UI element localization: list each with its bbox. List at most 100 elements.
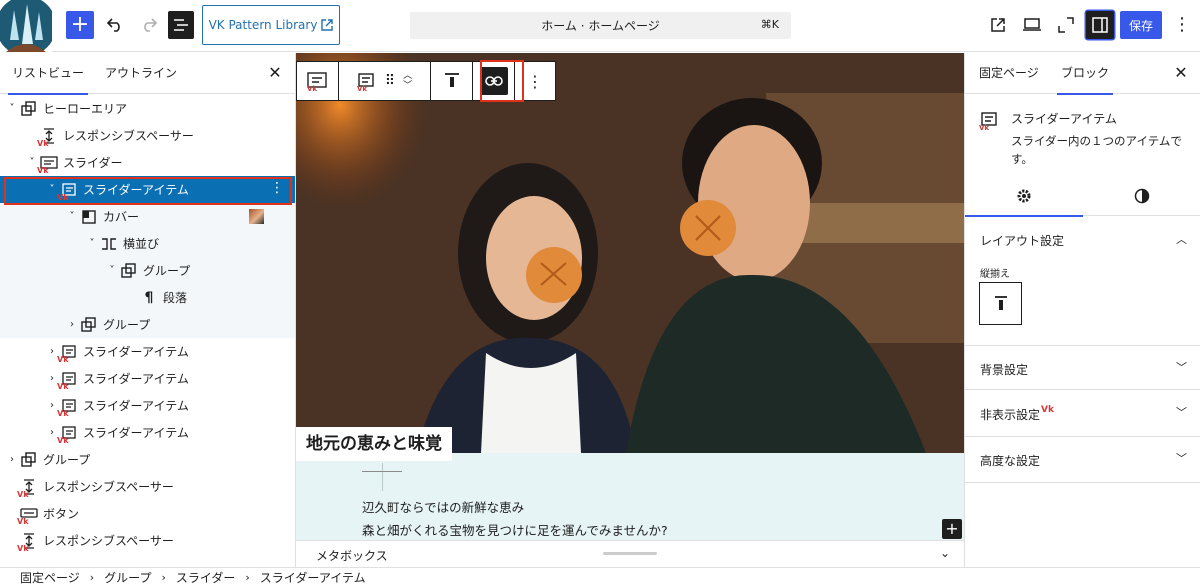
list-view-item[interactable]: ˅ グループ [0,257,295,284]
device-preview-button[interactable] [1020,13,1044,37]
zoom-out-button[interactable] [1054,13,1078,37]
document-overview-button[interactable] [168,11,194,39]
slide-title[interactable]: 地元の恵みと味覚 [296,427,452,461]
list-view-item[interactable]: ˅ ヒーローエリア [0,95,295,122]
list-view-item-label: 段落 [163,291,188,305]
link-button[interactable] [473,62,515,100]
group-block-icon [20,100,38,118]
item-options-icon[interactable]: ⋮ [270,180,284,196]
list-view-item[interactable]: ˅ カバー [0,203,295,230]
section-title: 背景設定 [980,363,1029,377]
undo-icon [106,18,120,32]
desktop-icon [1023,18,1041,31]
block-description: スライダー内の１つのアイテムです。 [1011,134,1182,166]
chevron-down-icon[interactable]: ˅ [4,103,20,114]
paragraph-icon: ¶ [144,289,154,306]
vk-badge-icon: Vk [1041,405,1054,415]
list-view-item-label: ボタン [43,507,80,521]
slider-item-block-icon: Vk [979,112,997,130]
list-view-item[interactable]: ˅ Vk スライダーアイテム ⋮ [0,176,295,203]
hidden-settings-panel[interactable]: 非表示設定 Vk ﹀ [965,390,1200,437]
section-title: 高度な設定 [980,454,1041,468]
background-settings-panel[interactable]: 背景設定 ﹀ [965,346,1200,390]
breadcrumb-item[interactable]: スライダーアイテム [260,569,366,586]
spacer-block-icon: Vk [17,478,38,498]
command-palette-bar[interactable]: ホーム · ホームページ ⌘K [410,12,791,39]
chevron-right-icon[interactable]: › [64,319,80,330]
document-title: ホーム · ホームページ [541,19,660,33]
breadcrumb-separator: › [161,571,166,584]
tab-styles[interactable] [1083,176,1200,216]
tab-settings[interactable] [965,176,1083,217]
list-view-item-label: スライダーアイテム [83,345,189,359]
chevron-down-icon[interactable]: ˅ [104,265,120,276]
breadcrumb-item[interactable]: 固定ページ [20,569,80,586]
list-view-item[interactable]: › Vk スライダーアイテム [0,419,295,446]
slider-cover-image [296,53,964,453]
slider-item-block-icon: Vk [57,181,78,201]
group-block-icon [20,451,38,469]
drag-handle-icon[interactable]: ⠿ [385,73,395,89]
chevron-down-icon[interactable]: ˅ [64,211,80,222]
list-view-item[interactable]: › Vk スライダーアイテム [0,365,295,392]
breadcrumb-item[interactable]: グループ [104,569,151,586]
list-view-item[interactable]: ˅ 横並び [0,230,295,257]
tab-list-view[interactable]: リストビュー [7,53,89,95]
list-view-item[interactable]: Vk ボタン [0,500,295,527]
block-title: スライダーアイテム [1011,112,1117,126]
add-block-icon[interactable]: + [942,519,962,539]
block-inserter-button[interactable]: + [66,11,94,39]
chevron-right-icon[interactable]: › [4,454,20,465]
vertical-align-top-button[interactable] [431,62,473,100]
metabox-bar[interactable]: メタボックス ⌄ [296,540,964,567]
slider-item-block-icon: Vk [57,370,78,390]
caption-line-1[interactable]: 辺久町ならではの新鮮な恵み [362,497,524,516]
resize-handle[interactable] [603,552,657,555]
external-link-icon [321,19,334,31]
svg-text:Vk: Vk [357,85,367,91]
caption-line-2[interactable]: 森と畑がくれる宝物を見つけに足を運んでみませんか? [362,520,668,539]
view-page-button[interactable] [986,13,1010,37]
block-options-icon[interactable]: ⋮ [515,62,555,100]
settings-sidebar-toggle[interactable] [1086,11,1114,39]
breadcrumb-item[interactable]: スライダー [176,569,236,586]
block-parent-selector[interactable]: Vk [297,62,339,100]
list-view-item[interactable]: › Vk スライダーアイテム [0,338,295,365]
list-view-item[interactable]: › Vk スライダーアイテム [0,392,295,419]
advanced-settings-panel[interactable]: 高度な設定 ﹀ [965,437,1200,483]
section-title[interactable]: レイアウト設定 [980,232,1064,249]
tab-outline[interactable]: アウトライン [105,53,177,94]
options-menu-icon[interactable]: ⋮ [1170,13,1194,37]
tab-page[interactable]: 固定ページ [979,53,1039,94]
list-view-item[interactable]: Vk レスポンシブスペーサー [0,473,295,500]
chevron-up-icon[interactable]: ︿ [1176,231,1187,247]
site-logo-icon[interactable] [0,0,52,52]
save-button[interactable]: 保存 [1120,11,1162,39]
tab-block[interactable]: ブロック [1056,53,1114,95]
list-view-item[interactable]: › グループ [0,311,295,338]
list-view-item-label: スライダーアイテム [83,399,189,413]
vk-pattern-library-button[interactable]: VK Pattern Library [202,5,340,45]
list-view-item-label: ヒーローエリア [43,102,128,116]
list-view-item[interactable]: Vk レスポンシブスペーサー [0,527,295,554]
slider-block-icon: Vk [307,72,327,91]
redo-button[interactable] [136,12,162,38]
list-view-item[interactable]: › グループ [0,446,295,473]
list-view-item[interactable]: ˅ Vk スライダー [0,149,295,176]
list-view-item[interactable]: ¶ 段落 [0,284,295,311]
move-up-down-icon[interactable]: ︿ ﹀ [403,71,412,91]
chevron-down-icon[interactable]: ˅ [84,238,100,249]
close-icon[interactable]: ✕ [1171,63,1191,83]
vertical-align-button[interactable] [979,282,1022,325]
list-view-panel: リストビュー アウトライン ✕ ˅ ヒーローエリア Vk レスポンシブスペーサー ˅ Vk… [0,53,296,567]
list-view-item[interactable]: Vk レスポンシブスペーサー [0,122,295,149]
redo-icon [144,18,158,32]
chevron-down-icon[interactable]: ⌄ [940,546,950,560]
list-view-item-label: 横並び [123,237,160,251]
undo-button[interactable] [102,12,128,38]
list-view-item-label: グループ [103,318,151,332]
svg-text:Vk: Vk [979,124,989,130]
editor-top-bar: + VK Pattern Library ホーム · ホームページ ⌘K 保存 … [0,0,1200,52]
slider-item-block-icon[interactable]: Vk [357,71,377,91]
close-icon[interactable]: ✕ [265,63,285,83]
